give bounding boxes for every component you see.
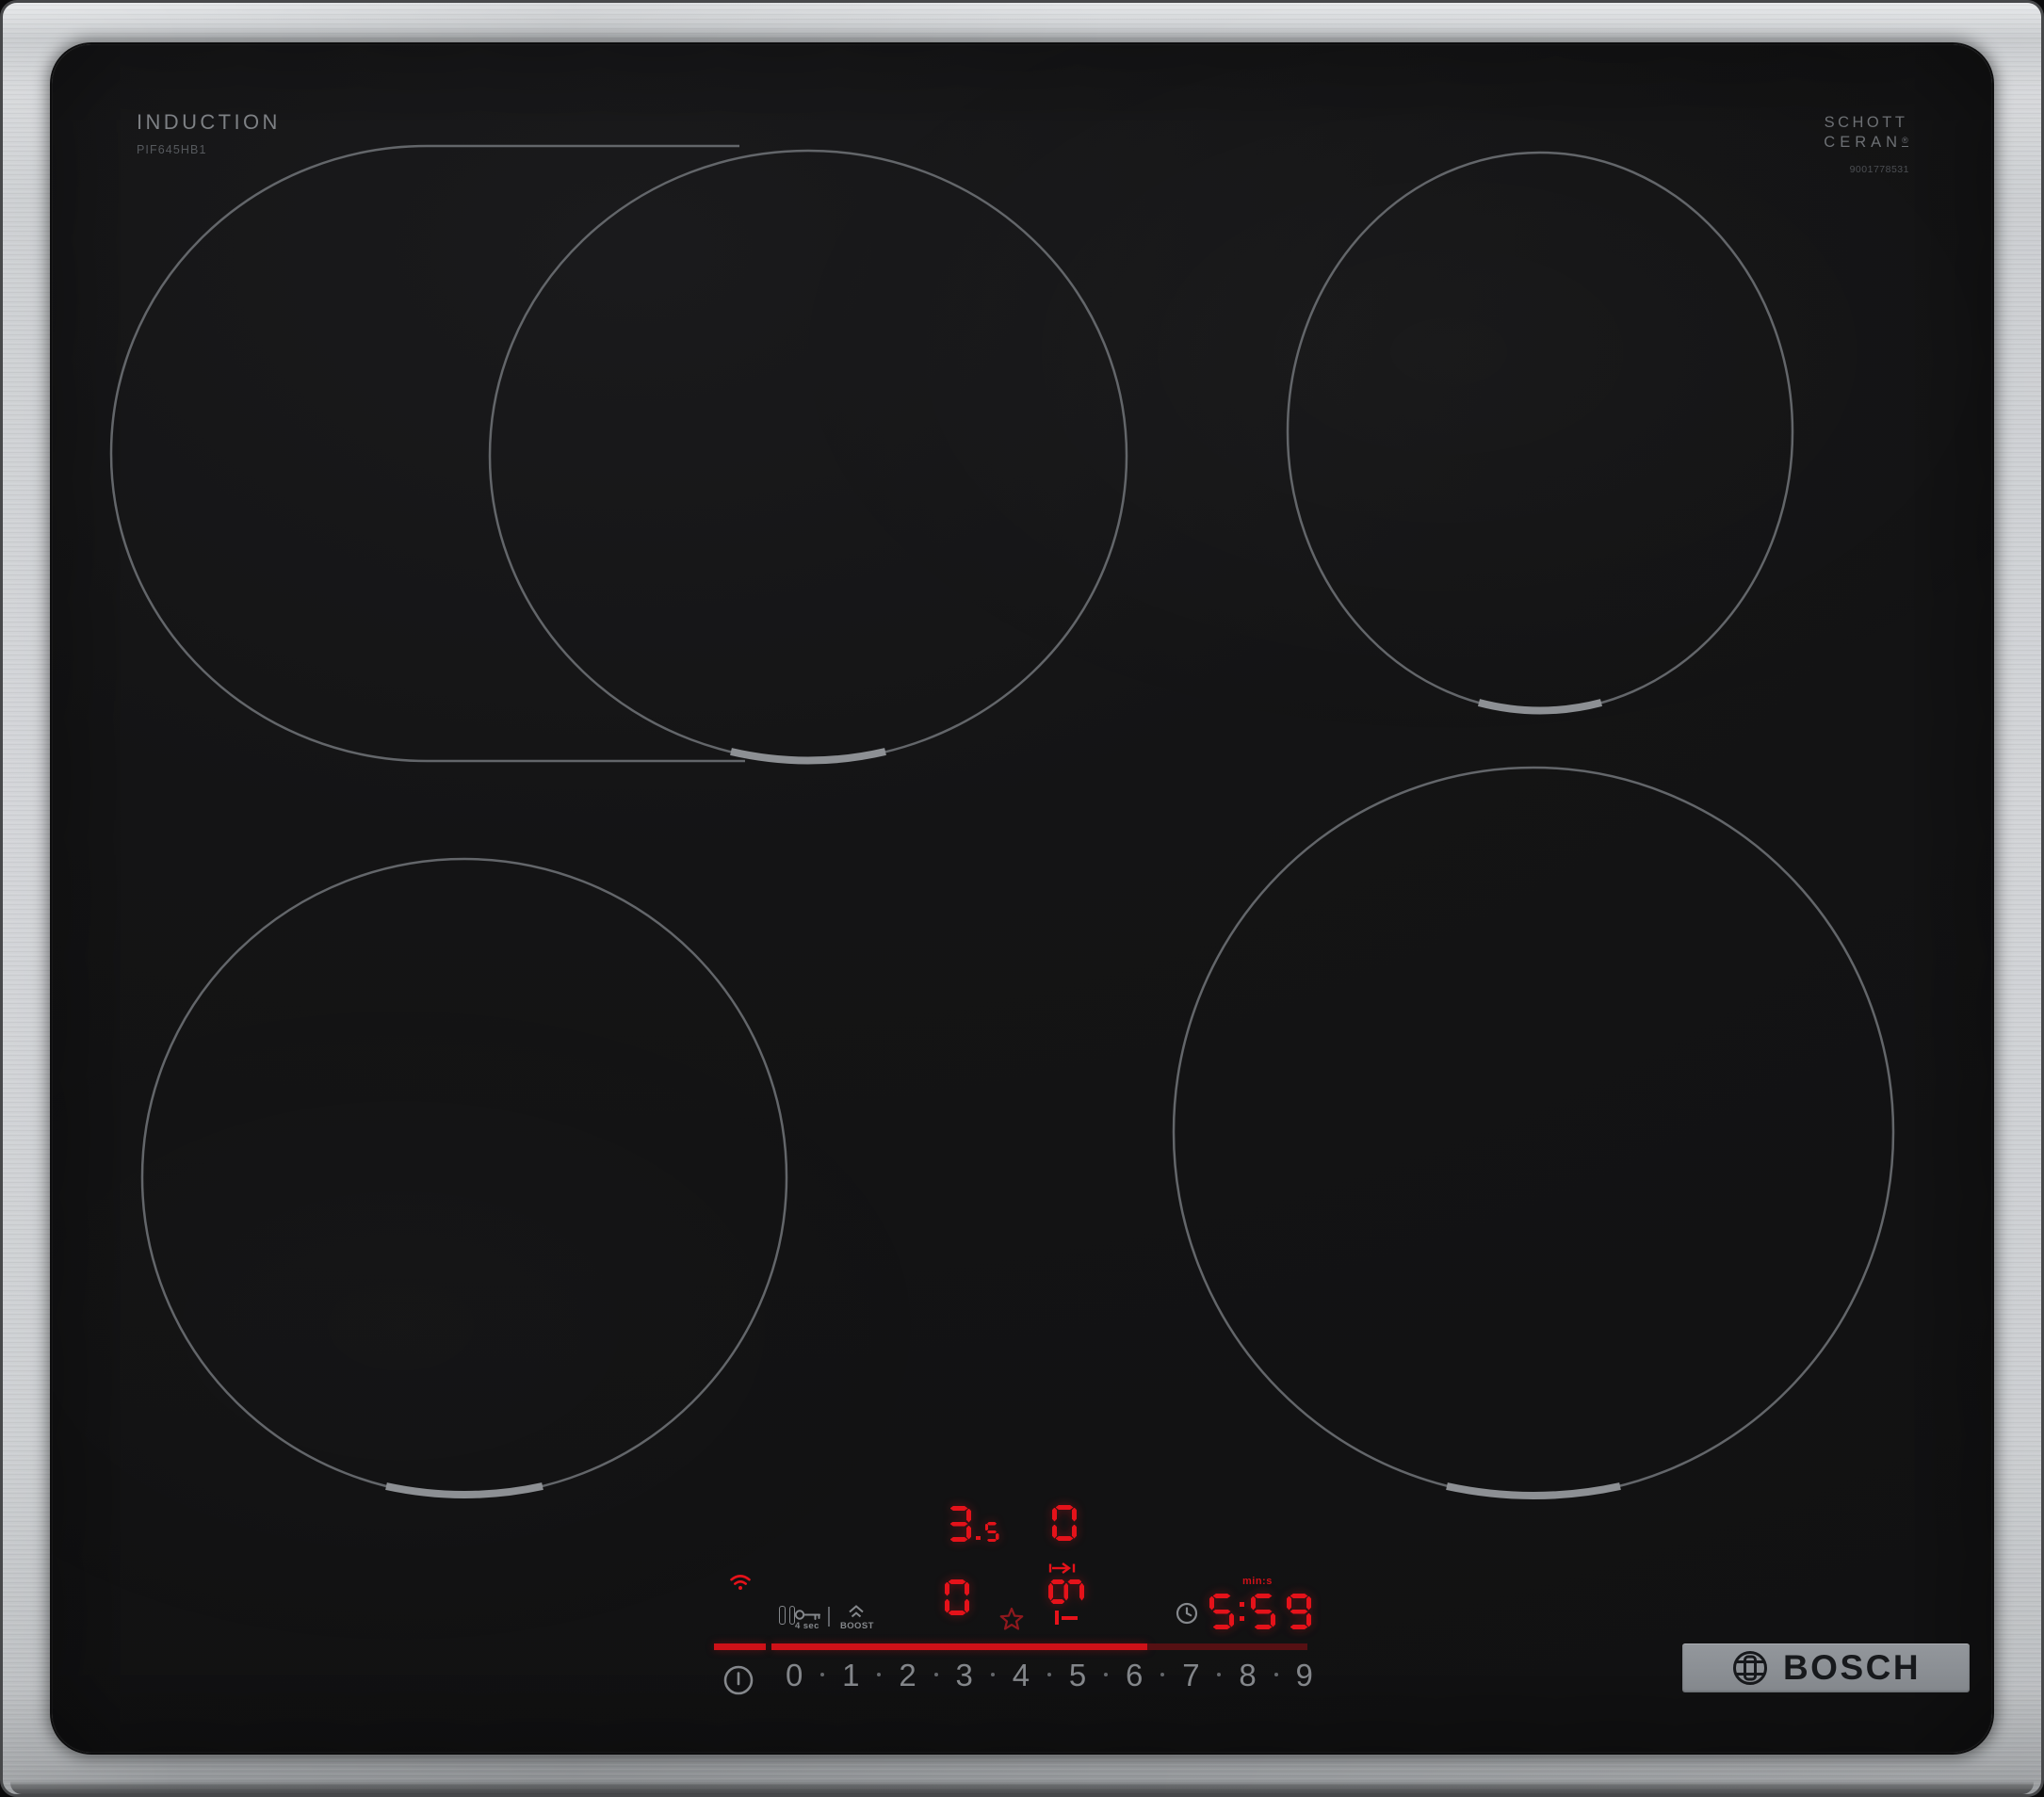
- slider-bar-segment-left[interactable]: [714, 1643, 766, 1650]
- slider-dot: [1047, 1673, 1051, 1676]
- display-rear-left: [947, 1506, 999, 1542]
- serial-number: 9001778531: [1821, 164, 1911, 175]
- slider-level-3[interactable]: 3: [956, 1659, 973, 1691]
- slider-dot: [1160, 1673, 1164, 1676]
- frame-bottom-edge: [10, 1781, 2034, 1794]
- slider-level-8[interactable]: 8: [1239, 1659, 1256, 1691]
- boost-label: BOOST: [840, 1621, 874, 1631]
- ceran-wordmark: CERAN®: [1821, 134, 1911, 152]
- zone-rear-left-outline: [490, 151, 1127, 761]
- display-front-right-digit: [1048, 1579, 1084, 1604]
- slider-bar-active[interactable]: [771, 1643, 1147, 1650]
- zone-rear-left-tick: [731, 752, 885, 761]
- slider-dot: [820, 1673, 824, 1676]
- panel-divider: [828, 1607, 830, 1627]
- slider-dot: [934, 1673, 938, 1676]
- slider-dot: [991, 1673, 995, 1676]
- display-front-left: [945, 1579, 969, 1615]
- slider-level-6[interactable]: 6: [1126, 1659, 1143, 1691]
- surface-branding: INDUCTION PIF645HB1: [137, 110, 281, 156]
- bosch-logo-icon: [1731, 1649, 1769, 1687]
- slider-dot: [1217, 1673, 1221, 1676]
- timer-display: [1209, 1594, 1311, 1629]
- bosch-badge: BOSCH: [1682, 1643, 1970, 1692]
- boost-chevron-icon[interactable]: [848, 1605, 865, 1618]
- slider-dot: [1274, 1673, 1278, 1676]
- slider-level-2[interactable]: 2: [899, 1659, 916, 1691]
- timer-clock-icon[interactable]: [1176, 1602, 1198, 1625]
- display-segment-mark-horizontal: [1062, 1616, 1078, 1620]
- star-icon[interactable]: [998, 1606, 1025, 1632]
- registered-mark: ®: [1902, 136, 1908, 147]
- model-number: PIF645HB1: [137, 143, 281, 156]
- slider-dot: [877, 1673, 881, 1676]
- product-photo-stage: INDUCTION PIF645HB1 SCHOTT CERAN® 900177…: [0, 0, 2044, 1797]
- surface-type-label: INDUCTION: [137, 110, 281, 135]
- zone-front-right-tick: [1447, 1486, 1620, 1496]
- zone-rear-left-oval-arc: [111, 146, 427, 761]
- pause-icon[interactable]: [779, 1606, 795, 1625]
- wifi-icon: [729, 1572, 752, 1591]
- slider-bar-inactive[interactable]: [1147, 1643, 1307, 1650]
- display-front-right: [1048, 1579, 1084, 1604]
- steel-frame: INDUCTION PIF645HB1 SCHOTT CERAN® 900177…: [0, 0, 2044, 1797]
- zone-rear-right-tick: [1479, 703, 1601, 711]
- slider-level-7[interactable]: 7: [1182, 1659, 1199, 1691]
- display-segment-mark-vertical: [1055, 1611, 1059, 1625]
- slider-levels: 0 1 2 3 4 5 6 7 8 9: [786, 1658, 1313, 1692]
- cooking-zones-graphic: [52, 44, 1992, 1753]
- slider-level-1[interactable]: 1: [842, 1659, 859, 1691]
- zone-front-left-tick: [386, 1486, 543, 1495]
- display-rear-right: [1052, 1505, 1077, 1541]
- pause-bar: [779, 1606, 786, 1625]
- ceran-text-main: CERAN: [1824, 134, 1902, 151]
- power-icon[interactable]: [722, 1664, 754, 1696]
- timer-unit-label: min:s: [1242, 1576, 1273, 1587]
- slider-level-4[interactable]: 4: [1013, 1659, 1030, 1691]
- transfer-arrow-icon: [1048, 1562, 1080, 1575]
- slider-level-9[interactable]: 9: [1296, 1659, 1313, 1691]
- ceramic-glass-surface: INDUCTION PIF645HB1 SCHOTT CERAN® 900177…: [52, 44, 1992, 1753]
- slider-level-0[interactable]: 0: [786, 1659, 803, 1691]
- key-hold-label: 4 sec: [795, 1621, 819, 1631]
- schott-ceran-logo: SCHOTT CERAN® 9001778531: [1821, 114, 1911, 175]
- slider-level-5[interactable]: 5: [1069, 1659, 1086, 1691]
- bosch-wordmark: BOSCH: [1783, 1648, 1921, 1688]
- zone-rear-right-outline: [1288, 153, 1793, 711]
- zone-front-right-outline: [1174, 768, 1893, 1497]
- slider-dot: [1104, 1673, 1108, 1676]
- zone-front-left-outline: [142, 859, 787, 1496]
- schott-wordmark: SCHOTT: [1821, 114, 1911, 132]
